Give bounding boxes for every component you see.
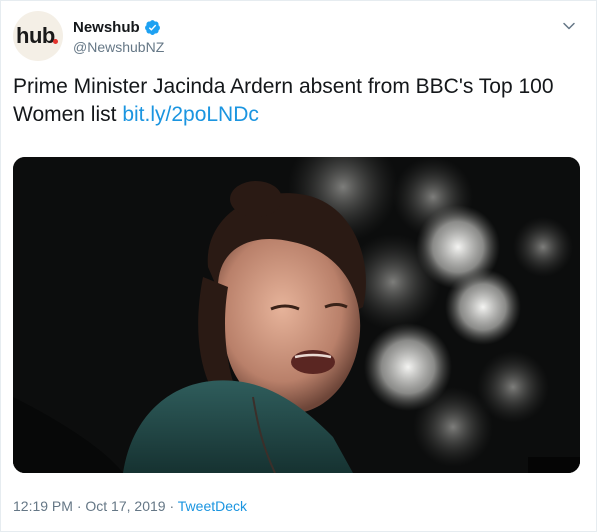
account-handle[interactable]: @NewshubNZ (73, 39, 164, 55)
avatar-logo-dot (53, 39, 58, 44)
display-name-row: Newshub (73, 17, 164, 37)
tweet-meta: 12:19 PM · Oct 17, 2019 · TweetDeck (13, 498, 247, 514)
photo-illustration (13, 157, 580, 473)
avatar-logo-text: hub (16, 23, 55, 48)
tweet-header: hub Newshub @NewshubNZ (13, 11, 584, 63)
tweet-body: Prime Minister Jacinda Ardern absent fro… (13, 75, 554, 126)
meta-separator: · (76, 498, 82, 514)
account-names: Newshub @NewshubNZ (73, 17, 164, 56)
tweet-date[interactable]: Oct 17, 2019 (85, 498, 165, 514)
avatar[interactable]: hub (13, 11, 63, 61)
meta-separator: · (169, 498, 175, 514)
chevron-down-icon[interactable] (562, 19, 576, 33)
tweet-photo[interactable] (13, 157, 580, 473)
tweet-card: hub Newshub @NewshubNZ Prime Minister Ja… (0, 0, 597, 532)
tweet-source-link[interactable]: TweetDeck (178, 498, 247, 514)
tweet-link[interactable]: bit.ly/2poLNDc (122, 103, 259, 126)
verified-badge-icon (144, 19, 160, 35)
tweet-text: Prime Minister Jacinda Ardern absent fro… (13, 73, 573, 129)
tweet-time[interactable]: 12:19 PM (13, 498, 73, 514)
display-name[interactable]: Newshub (73, 19, 140, 36)
